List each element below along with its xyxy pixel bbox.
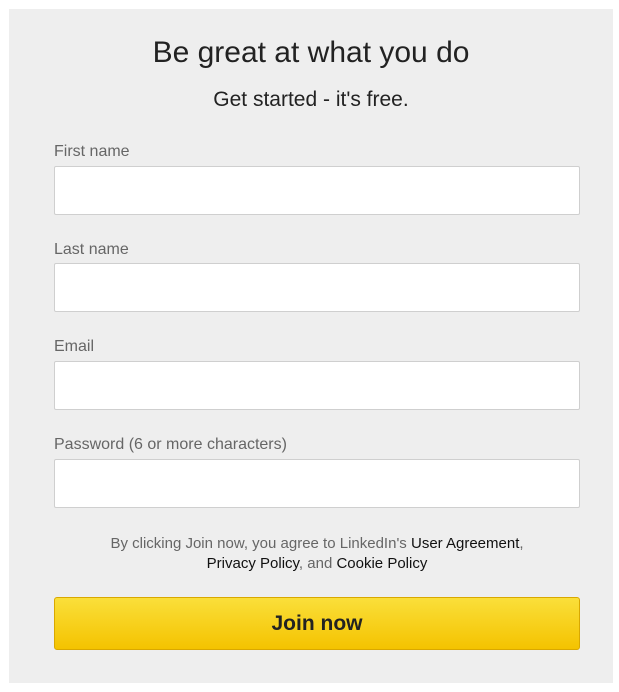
cookie-policy-link[interactable]: Cookie Policy xyxy=(336,555,427,572)
last-name-label: Last name xyxy=(54,241,129,258)
terms-comma-text: , xyxy=(519,535,524,552)
page-subheadline: Get started - it's free. xyxy=(213,88,409,111)
terms-prefix-text: By clicking Join now, you agree to Linke… xyxy=(110,535,411,552)
first-name-field[interactable] xyxy=(54,166,580,215)
password-label: Password (6 or more characters) xyxy=(54,436,287,453)
first-name-label: First name xyxy=(54,143,130,160)
last-name-field[interactable] xyxy=(54,263,580,312)
email-label: Email xyxy=(54,338,95,355)
join-now-button[interactable]: Join now xyxy=(54,597,580,650)
terms-and-text: , and xyxy=(298,555,337,572)
terms-notice: By clicking Join now, you agree to Linke… xyxy=(54,534,580,574)
password-field[interactable] xyxy=(54,459,580,508)
page-headline: Be great at what you do xyxy=(152,36,470,69)
user-agreement-link[interactable]: User Agreement xyxy=(411,535,519,552)
privacy-policy-link[interactable]: Privacy Policy xyxy=(207,555,299,572)
email-field[interactable] xyxy=(54,361,580,410)
signup-panel: Be great at what you do Get started - it… xyxy=(9,9,613,683)
